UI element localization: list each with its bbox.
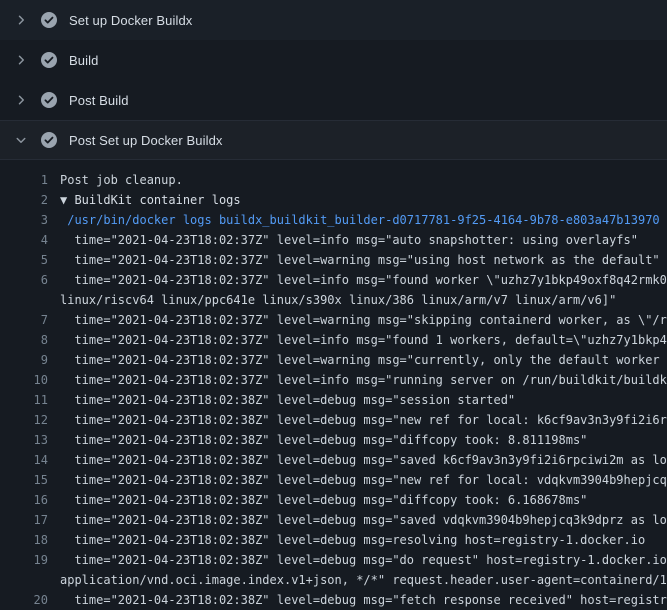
chevron-right-icon <box>13 12 29 28</box>
chevron-down-icon <box>13 132 29 148</box>
log-line: 10 time="2021-04-23T18:02:37Z" level=inf… <box>0 370 667 390</box>
section-label: Set up Docker Buildx <box>69 13 192 28</box>
line-number[interactable]: 11 <box>0 390 48 410</box>
log-line: 20 time="2021-04-23T18:02:38Z" level=deb… <box>0 590 667 610</box>
log-line: application/vnd.oci.image.index.v1+json,… <box>0 570 667 590</box>
line-text: linux/riscv64 linux/ppc641e linux/s390x … <box>60 290 667 310</box>
log-line: 13 time="2021-04-23T18:02:38Z" level=deb… <box>0 430 667 450</box>
line-text: time="2021-04-23T18:02:37Z" level=info m… <box>60 370 667 390</box>
line-number[interactable]: 13 <box>0 430 48 450</box>
line-text: time="2021-04-23T18:02:37Z" level=info m… <box>60 330 667 350</box>
steps-list: Set up Docker Buildx Build Post Build Po… <box>0 0 667 160</box>
line-text: time="2021-04-23T18:02:37Z" level=warnin… <box>60 310 667 330</box>
line-text: time="2021-04-23T18:02:38Z" level=debug … <box>60 490 667 510</box>
line-number[interactable]: 1 <box>0 170 48 190</box>
section-header-set-up-docker-buildx[interactable]: Set up Docker Buildx <box>0 0 667 40</box>
line-number[interactable]: 5 <box>0 250 48 270</box>
line-number[interactable]: 15 <box>0 470 48 490</box>
line-number[interactable]: 14 <box>0 450 48 470</box>
log-line: 11 time="2021-04-23T18:02:38Z" level=deb… <box>0 390 667 410</box>
line-number[interactable]: 3 <box>0 210 48 230</box>
line-text: time="2021-04-23T18:02:38Z" level=debug … <box>60 530 667 550</box>
line-number[interactable]: 10 <box>0 370 48 390</box>
log-line: 9 time="2021-04-23T18:02:37Z" level=warn… <box>0 350 667 370</box>
check-circle-icon <box>41 52 57 68</box>
chevron-right-icon <box>13 92 29 108</box>
line-text: time="2021-04-23T18:02:38Z" level=debug … <box>60 430 667 450</box>
log-line: 2 ▼ BuildKit container logs <box>0 190 667 210</box>
section-header-post-set-up-docker-buildx[interactable]: Post Set up Docker Buildx <box>0 120 667 160</box>
line-text: time="2021-04-23T18:02:37Z" level=info m… <box>60 230 667 250</box>
line-number[interactable]: 6 <box>0 270 48 290</box>
log-line: 16 time="2021-04-23T18:02:38Z" level=deb… <box>0 490 667 510</box>
line-number[interactable]: 20 <box>0 590 48 610</box>
line-text: /usr/bin/docker logs buildx_buildkit_bui… <box>60 210 667 230</box>
line-number[interactable]: 2 <box>0 190 48 210</box>
section-label: Post Set up Docker Buildx <box>69 133 223 148</box>
log-line: 8 time="2021-04-23T18:02:37Z" level=info… <box>0 330 667 350</box>
line-text: ▼ BuildKit container logs <box>60 190 667 210</box>
line-number[interactable]: 19 <box>0 550 48 570</box>
log-line: 18 time="2021-04-23T18:02:38Z" level=deb… <box>0 530 667 550</box>
line-text: time="2021-04-23T18:02:38Z" level=debug … <box>60 410 667 430</box>
line-text: time="2021-04-23T18:02:38Z" level=debug … <box>60 550 667 570</box>
line-number[interactable] <box>0 290 48 310</box>
line-number[interactable]: 17 <box>0 510 48 530</box>
log-lines: 1 Post job cleanup. 2 ▼ BuildKit contain… <box>0 160 667 610</box>
line-text: time="2021-04-23T18:02:37Z" level=info m… <box>60 270 667 290</box>
section-header-post-build[interactable]: Post Build <box>0 80 667 120</box>
line-text: time="2021-04-23T18:02:38Z" level=debug … <box>60 590 667 610</box>
log-line: 15 time="2021-04-23T18:02:38Z" level=deb… <box>0 470 667 490</box>
check-circle-icon <box>41 132 57 148</box>
line-number[interactable]: 7 <box>0 310 48 330</box>
log-line: linux/riscv64 linux/ppc641e linux/s390x … <box>0 290 667 310</box>
log-line: 6 time="2021-04-23T18:02:37Z" level=info… <box>0 270 667 290</box>
line-text: time="2021-04-23T18:02:38Z" level=debug … <box>60 390 667 410</box>
collapse-triangle-icon[interactable]: ▼ <box>60 193 74 207</box>
log-line: 7 time="2021-04-23T18:02:37Z" level=warn… <box>0 310 667 330</box>
line-number[interactable]: 12 <box>0 410 48 430</box>
log-line: 12 time="2021-04-23T18:02:38Z" level=deb… <box>0 410 667 430</box>
log-line: 3 /usr/bin/docker logs buildx_buildkit_b… <box>0 210 667 230</box>
section-label: Build <box>69 53 98 68</box>
log-line: 19 time="2021-04-23T18:02:38Z" level=deb… <box>0 550 667 570</box>
line-text: time="2021-04-23T18:02:38Z" level=debug … <box>60 510 667 530</box>
log-line: 17 time="2021-04-23T18:02:38Z" level=deb… <box>0 510 667 530</box>
log-line: 4 time="2021-04-23T18:02:37Z" level=info… <box>0 230 667 250</box>
line-number[interactable] <box>0 570 48 590</box>
line-number[interactable]: 4 <box>0 230 48 250</box>
line-text: time="2021-04-23T18:02:38Z" level=debug … <box>60 470 667 490</box>
line-number[interactable]: 16 <box>0 490 48 510</box>
line-text: time="2021-04-23T18:02:37Z" level=warnin… <box>60 350 667 370</box>
section-label: Post Build <box>69 93 129 108</box>
line-text: time="2021-04-23T18:02:37Z" level=warnin… <box>60 250 667 270</box>
line-text: application/vnd.oci.image.index.v1+json,… <box>60 570 667 590</box>
line-text: time="2021-04-23T18:02:38Z" level=debug … <box>60 450 667 470</box>
check-circle-icon <box>41 92 57 108</box>
log-line: 1 Post job cleanup. <box>0 170 667 190</box>
log-line: 14 time="2021-04-23T18:02:38Z" level=deb… <box>0 450 667 470</box>
line-text: Post job cleanup. <box>60 170 667 190</box>
log-line: 5 time="2021-04-23T18:02:37Z" level=warn… <box>0 250 667 270</box>
line-number[interactable]: 8 <box>0 330 48 350</box>
section-header-build[interactable]: Build <box>0 40 667 80</box>
line-number[interactable]: 9 <box>0 350 48 370</box>
check-circle-icon <box>41 12 57 28</box>
line-number[interactable]: 18 <box>0 530 48 550</box>
chevron-right-icon <box>13 52 29 68</box>
